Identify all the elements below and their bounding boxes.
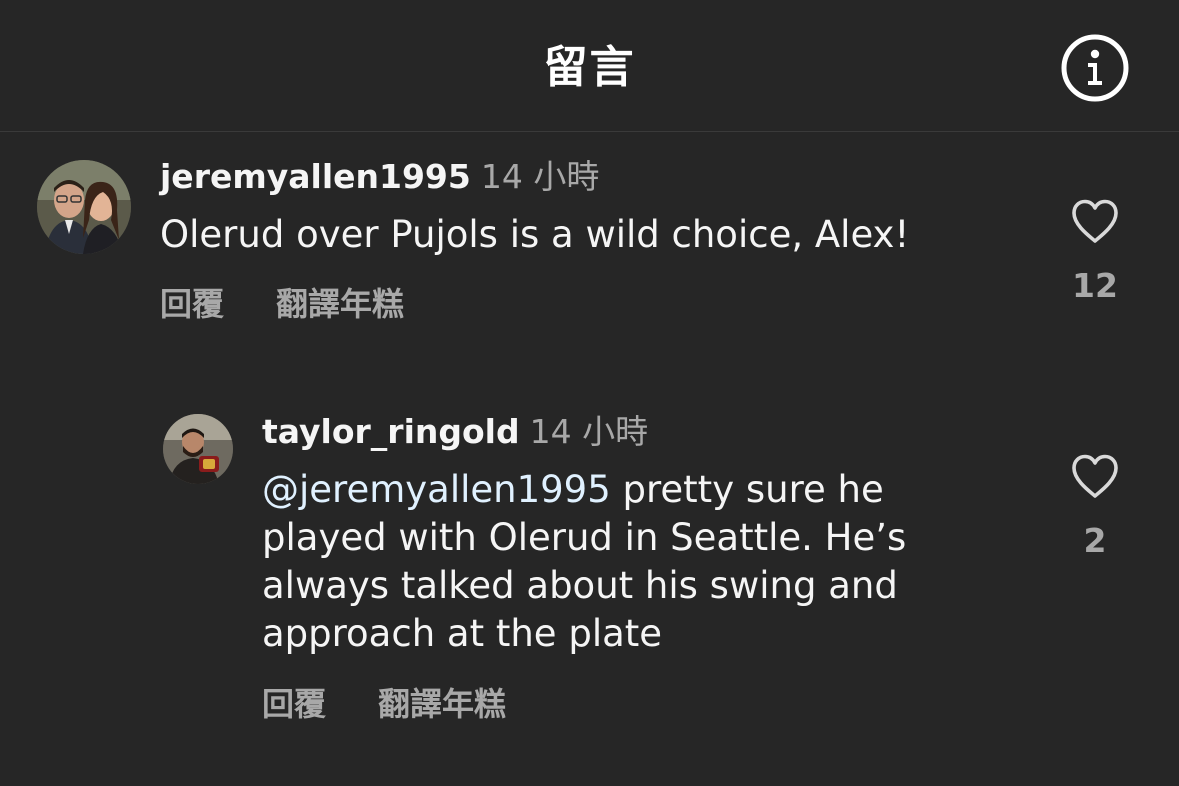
- timestamp: 14 小時: [529, 412, 649, 451]
- like-control: 2: [1055, 453, 1135, 561]
- comment-actions: 回覆 翻譯年糕: [262, 684, 506, 724]
- comment-header: taylor_ringold 14 小時: [262, 412, 648, 452]
- comment-text: @jeremyallen1995 pretty sure he played w…: [262, 466, 962, 658]
- mention-link[interactable]: @jeremyallen1995: [262, 468, 611, 511]
- like-count: 2: [1083, 521, 1107, 560]
- reply-comment-item: taylor_ringold 14 小時 @jeremyallen1995 pre…: [0, 0, 1179, 786]
- translate-button[interactable]: 翻譯年糕: [378, 684, 506, 724]
- avatar[interactable]: [163, 414, 233, 484]
- username[interactable]: taylor_ringold: [262, 412, 520, 451]
- heart-outline-icon[interactable]: [1070, 454, 1120, 503]
- reply-button[interactable]: 回覆: [262, 684, 326, 724]
